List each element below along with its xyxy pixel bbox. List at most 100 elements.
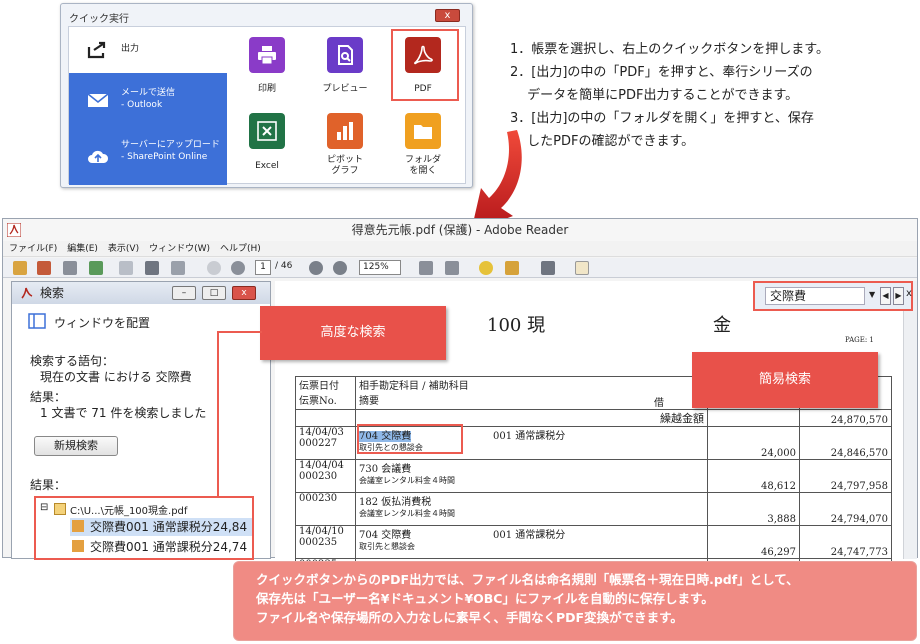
- highlight-icon[interactable]: [505, 261, 519, 275]
- note-line-2: 保存先は「ユーザー名¥ドキュメント¥OBC」にファイルを自動的に保存します。: [256, 591, 714, 606]
- row-account: 182 仮払消費税: [359, 497, 432, 508]
- result-value: 1 文書で 71 件を検索しました: [40, 406, 207, 420]
- column-header: 相手勘定科目 / 補助科目: [359, 381, 469, 392]
- window-title: 得意先元帳.pdf (保護) - Adobe Reader: [3, 219, 917, 241]
- ledger-row: 14/04/04 000230 730 会議費 会議室レンタル料金４時間 48,612 2…: [295, 459, 892, 493]
- results-list: ⊟ C:\U...\元帳_100現金.pdf 交際費001 通常課税分24,84…: [34, 496, 254, 560]
- excel-tile[interactable]: [249, 113, 285, 149]
- print-icon[interactable]: [145, 261, 159, 275]
- comment-icon[interactable]: [479, 261, 493, 275]
- cloud-icon[interactable]: [89, 261, 103, 275]
- query-label: 検索する語句：: [30, 354, 115, 368]
- hit-icon: [72, 520, 84, 532]
- row-subaccount: 001 通常課税分: [493, 530, 566, 541]
- minimize-button[interactable]: –: [172, 286, 196, 300]
- print-tile[interactable]: [249, 37, 285, 73]
- tree-toggle[interactable]: ⊟: [40, 502, 48, 513]
- edit-icon[interactable]: [63, 261, 77, 275]
- pdf-highlight-box: [391, 29, 459, 101]
- row-balance: 24,846,570: [830, 448, 888, 459]
- summary-note: クイックボタンからのPDF出力では、ファイル名は命名規則「帳票名＋現在日時.pd…: [233, 561, 917, 641]
- row-debit: 24,000: [761, 448, 796, 459]
- hand-tool-icon[interactable]: [575, 261, 589, 275]
- dialog-close-button[interactable]: x: [435, 9, 460, 22]
- save-icon[interactable]: [119, 261, 133, 275]
- side-item-label: サーバーにアップロード: [121, 140, 220, 150]
- result-file[interactable]: C:\U...\元帳_100現金.pdf: [70, 502, 187, 517]
- row-date: 14/04/03: [299, 427, 344, 438]
- maximize-button[interactable]: □: [202, 286, 226, 300]
- open-folder-tile[interactable]: [405, 113, 441, 149]
- email-icon[interactable]: [171, 261, 185, 275]
- new-search-button[interactable]: 新規検索: [34, 436, 118, 456]
- zoom-in-icon[interactable]: [333, 261, 347, 275]
- row-subaccount: 001 通常課税分: [493, 431, 566, 442]
- bar-chart-icon: [337, 122, 353, 140]
- zoom-out-icon[interactable]: [309, 261, 323, 275]
- preview-tile[interactable]: [327, 37, 363, 73]
- create-pdf-icon[interactable]: [13, 261, 27, 275]
- menu-view[interactable]: 表示(V): [108, 244, 139, 254]
- ledger-row: 000230 182 仮払消費税 会議室レンタル料金４時間 3,888 24,794,0…: [295, 492, 892, 526]
- close-button[interactable]: x: [232, 286, 256, 300]
- ledger-heading-right: 金: [713, 315, 731, 336]
- hit-label: 交際費001 通常課税分24,74: [90, 540, 248, 554]
- row-memo: 会議室レンタル料金４時間: [359, 509, 455, 518]
- instruction-2b: データを簡単にPDF出力することができます。: [510, 88, 799, 103]
- prev-page-icon[interactable]: [207, 261, 221, 275]
- share-icon[interactable]: [37, 261, 51, 275]
- toolbar: 1 / 46 125%: [3, 258, 917, 278]
- side-item-output[interactable]: 出力: [69, 27, 227, 73]
- result-label: 結果：: [30, 390, 67, 404]
- callout-connector: [217, 331, 262, 498]
- cloud-upload-icon: [88, 150, 109, 163]
- row-balance: 24,797,958: [830, 481, 888, 492]
- row-balance: 24,747,773: [830, 547, 888, 558]
- side-item-upload[interactable]: サーバーにアップロード - SharePoint Online: [69, 129, 227, 185]
- dropdown-icon[interactable]: ▼: [869, 290, 875, 299]
- reader-app-icon: [7, 223, 21, 237]
- next-page-icon[interactable]: [231, 261, 245, 275]
- side-item-sublabel: - SharePoint Online: [121, 152, 208, 162]
- menu-edit[interactable]: 編集(E): [67, 244, 98, 254]
- page-number-input[interactable]: 1: [255, 260, 271, 275]
- fit-width-icon[interactable]: [445, 261, 459, 275]
- excel-icon: [257, 121, 277, 141]
- hit-label: 交際費001 通常課税分24,84: [90, 520, 248, 534]
- export-icon: [87, 41, 106, 59]
- row-debit: 46,297: [761, 547, 796, 558]
- row-debit: 48,612: [761, 481, 796, 492]
- menu-help[interactable]: ヘルプ(H): [220, 244, 261, 254]
- row-account: 730 会議費: [359, 464, 412, 475]
- pivot-graph-tile[interactable]: [327, 113, 363, 149]
- row-debit: 3,888: [767, 514, 796, 525]
- next-hit-button[interactable]: ▶: [893, 287, 904, 305]
- row-memo: 会議室レンタル料金４時間: [359, 476, 455, 485]
- arrange-window-link[interactable]: ウィンドウを配置: [54, 314, 150, 331]
- row-no: 000230: [299, 493, 338, 504]
- advanced-search-callout: 高度な検索: [260, 306, 446, 360]
- row-memo: 取引先と懇談会: [359, 542, 415, 551]
- hit-icon: [72, 540, 84, 552]
- quick-search-input[interactable]: 交際費: [765, 287, 865, 305]
- fullscreen-icon[interactable]: [541, 261, 555, 275]
- page-label: PAGE: 1: [845, 336, 874, 344]
- menu-file[interactable]: ファイル(F): [9, 244, 57, 254]
- menu-window[interactable]: ウィンドウ(W): [149, 244, 210, 254]
- vertical-scrollbar[interactable]: [903, 281, 917, 559]
- reader-app-icon: [21, 287, 33, 299]
- row-account: 704 交際費: [359, 530, 412, 541]
- prev-hit-button[interactable]: ◀: [880, 287, 891, 305]
- close-search-icon[interactable]: x: [906, 288, 912, 299]
- ledger-row: 14/04/10 000235 704 交際費 001 通常課税分 取引先と懇談会 46,…: [295, 525, 892, 559]
- page-total: / 46: [275, 261, 293, 271]
- tile-label: 印刷: [257, 84, 276, 94]
- tile-label: ピボット グラフ: [326, 155, 363, 176]
- search-hit[interactable]: 交際費001 通常課税分24,84: [70, 518, 252, 536]
- search-hit[interactable]: 交際費001 通常課税分24,74: [70, 538, 252, 556]
- results-label: 結果：: [30, 478, 67, 492]
- fit-page-icon[interactable]: [419, 261, 433, 275]
- zoom-select[interactable]: 125%: [359, 260, 401, 275]
- folder-icon: [414, 125, 432, 139]
- side-item-mail[interactable]: メールで送信 - Outlook: [69, 73, 227, 129]
